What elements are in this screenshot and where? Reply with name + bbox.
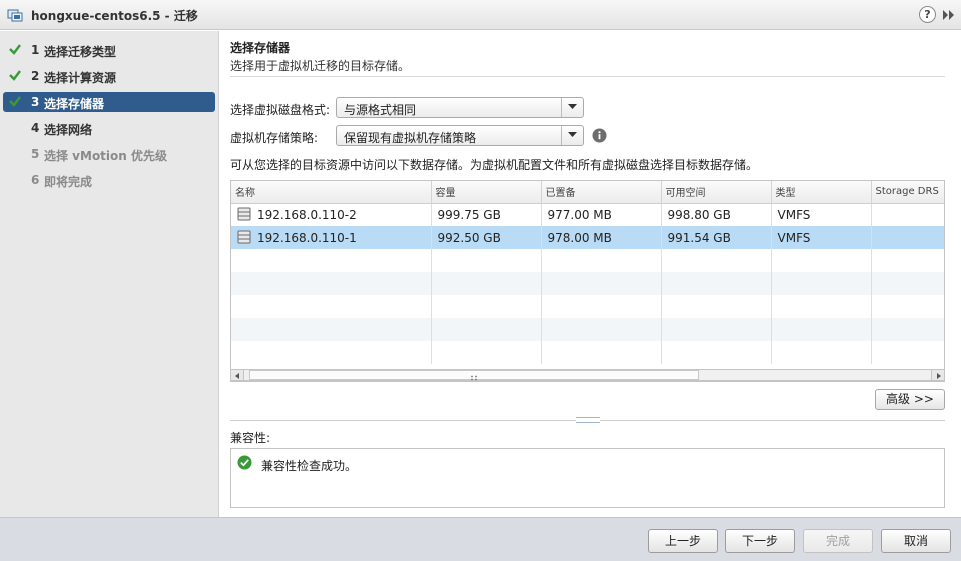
header-divider xyxy=(230,76,945,77)
step-number: 3 xyxy=(31,95,40,109)
datastore-name-cell: 192.168.0.110-1 xyxy=(231,226,432,249)
datastore-name: 192.168.0.110-2 xyxy=(257,208,357,223)
checkmark-icon xyxy=(9,44,21,55)
capacity-cell: 999.75 GB xyxy=(431,203,542,226)
dropdown-arrow-icon[interactable] xyxy=(561,126,583,145)
provisioned-cell: 978.00 MB xyxy=(541,226,662,249)
step-number: 1 xyxy=(31,43,40,57)
wizard-footer: 上一步 下一步 完成 取消 xyxy=(0,517,961,561)
table-horizontal-scrollbar[interactable] xyxy=(230,369,945,381)
step-select-compute-resource[interactable]: 2 选择计算资源 xyxy=(3,66,215,86)
table-header-row: 名称 容量 已置备 可用空间 类型 Storage DRS xyxy=(231,181,944,204)
next-button[interactable]: 下一步 xyxy=(725,529,795,553)
column-header-storage-drs[interactable]: Storage DRS xyxy=(871,181,944,204)
step-number: 4 xyxy=(31,121,40,135)
step-label: 即将完成 xyxy=(44,175,93,189)
step-ready-to-complete: 6 即将完成 xyxy=(3,170,215,190)
step-number: 6 xyxy=(31,173,40,187)
disk-format-value: 与源格式相同 xyxy=(344,103,417,117)
help-button[interactable]: ? xyxy=(919,6,936,23)
datastore-name: 192.168.0.110-1 xyxy=(257,231,357,245)
empty-row xyxy=(231,318,944,341)
step-label: 选择 vMotion 优先级 xyxy=(44,149,168,163)
dropdown-arrow-icon[interactable] xyxy=(561,98,583,117)
disk-format-select[interactable]: 与源格式相同 xyxy=(336,97,584,118)
empty-row xyxy=(231,249,944,272)
storage-policy-value: 保留现有虚拟机存储策略 xyxy=(344,131,477,145)
step-select-migration-type[interactable]: 1 选择迁移类型 xyxy=(3,40,215,60)
compatibility-label: 兼容性: xyxy=(230,431,271,445)
column-header-free-space[interactable]: 可用空间 xyxy=(661,181,772,204)
expand-icon[interactable] xyxy=(941,7,957,23)
page-title: 选择存储器 xyxy=(230,41,291,55)
step-label: 选择网络 xyxy=(44,123,93,137)
window-titlebar: hongxue-centos6.5 - 迁移 ? xyxy=(0,0,961,30)
empty-row xyxy=(231,295,944,318)
checkmark-icon xyxy=(9,70,21,81)
compatibility-message: 兼容性检查成功。 xyxy=(261,459,358,473)
column-header-type[interactable]: 类型 xyxy=(771,181,872,204)
step-select-storage[interactable]: 3 选择存储器 xyxy=(3,92,215,112)
column-header-provisioned[interactable]: 已置备 xyxy=(541,181,662,204)
storage-policy-select[interactable]: 保留现有虚拟机存储策略 xyxy=(336,125,584,146)
column-header-name[interactable]: 名称 xyxy=(231,181,432,204)
provisioned-cell: 977.00 MB xyxy=(541,203,662,226)
table-row[interactable]: 192.168.0.110-2 999.75 GB 977.00 MB 998.… xyxy=(231,203,944,226)
step-label: 选择迁移类型 xyxy=(44,45,117,59)
datastore-icon xyxy=(237,207,251,221)
table-row[interactable]: 192.168.0.110-1 992.50 GB 978.00 MB 991.… xyxy=(231,226,944,249)
storage-policy-label: 虚拟机存储策略: xyxy=(230,131,319,145)
success-check-icon xyxy=(237,455,252,470)
datastore-description: 可从您选择的目标资源中访问以下数据存储。为虚拟机配置文件和所有虚拟磁盘选择目标数… xyxy=(230,158,759,172)
storage-drs-cell xyxy=(871,203,944,226)
disk-format-label: 选择虚拟磁盘格式: xyxy=(230,103,331,117)
scroll-right-icon[interactable] xyxy=(931,370,944,380)
window-title: hongxue-centos6.5 - 迁移 xyxy=(31,9,198,23)
splitter-grip-handle[interactable] xyxy=(576,417,600,423)
step-number: 2 xyxy=(31,69,40,83)
vm-icon xyxy=(7,9,23,22)
main-panel: 选择存储器 选择用于虚拟机迁移的目标存储。 选择虚拟磁盘格式: 与源格式相同 虚… xyxy=(220,31,961,517)
scrollbar-thumb[interactable] xyxy=(249,370,699,381)
column-header-capacity[interactable]: 容量 xyxy=(431,181,542,204)
datastore-table: 名称 容量 已置备 可用空间 类型 Storage DRS 192.168.0.… xyxy=(230,180,945,382)
empty-row xyxy=(231,272,944,295)
checkmark-icon xyxy=(9,96,21,107)
step-vmotion-priority: 5 选择 vMotion 优先级 xyxy=(3,144,215,164)
info-icon[interactable] xyxy=(592,128,607,143)
back-button[interactable]: 上一步 xyxy=(648,529,718,553)
page-subtitle: 选择用于虚拟机迁移的目标存储。 xyxy=(230,59,411,73)
compatibility-panel: 兼容性检查成功。 xyxy=(230,448,945,508)
storage-drs-cell xyxy=(871,226,944,249)
empty-row xyxy=(231,341,944,364)
free-space-cell: 998.80 GB xyxy=(661,203,772,226)
step-label: 选择存储器 xyxy=(44,97,105,111)
type-cell: VMFS xyxy=(771,203,872,226)
scroll-left-icon[interactable] xyxy=(231,370,244,380)
step-select-network[interactable]: 4 选择网络 xyxy=(3,118,215,138)
step-label: 选择计算资源 xyxy=(44,71,117,85)
datastore-name-cell: 192.168.0.110-2 xyxy=(231,203,432,226)
type-cell: VMFS xyxy=(771,226,872,249)
capacity-cell: 992.50 GB xyxy=(431,226,542,249)
free-space-cell: 991.54 GB xyxy=(661,226,772,249)
step-number: 5 xyxy=(31,147,40,161)
wizard-steps-sidebar: 1 选择迁移类型 2 选择计算资源 3 选择存储器 4 选择网络 5 选择 vM… xyxy=(0,31,219,517)
cancel-button[interactable]: 取消 xyxy=(881,529,951,553)
advanced-button[interactable]: 高级 >> xyxy=(875,389,945,410)
datastore-icon xyxy=(237,230,251,244)
finish-button[interactable]: 完成 xyxy=(803,529,873,553)
